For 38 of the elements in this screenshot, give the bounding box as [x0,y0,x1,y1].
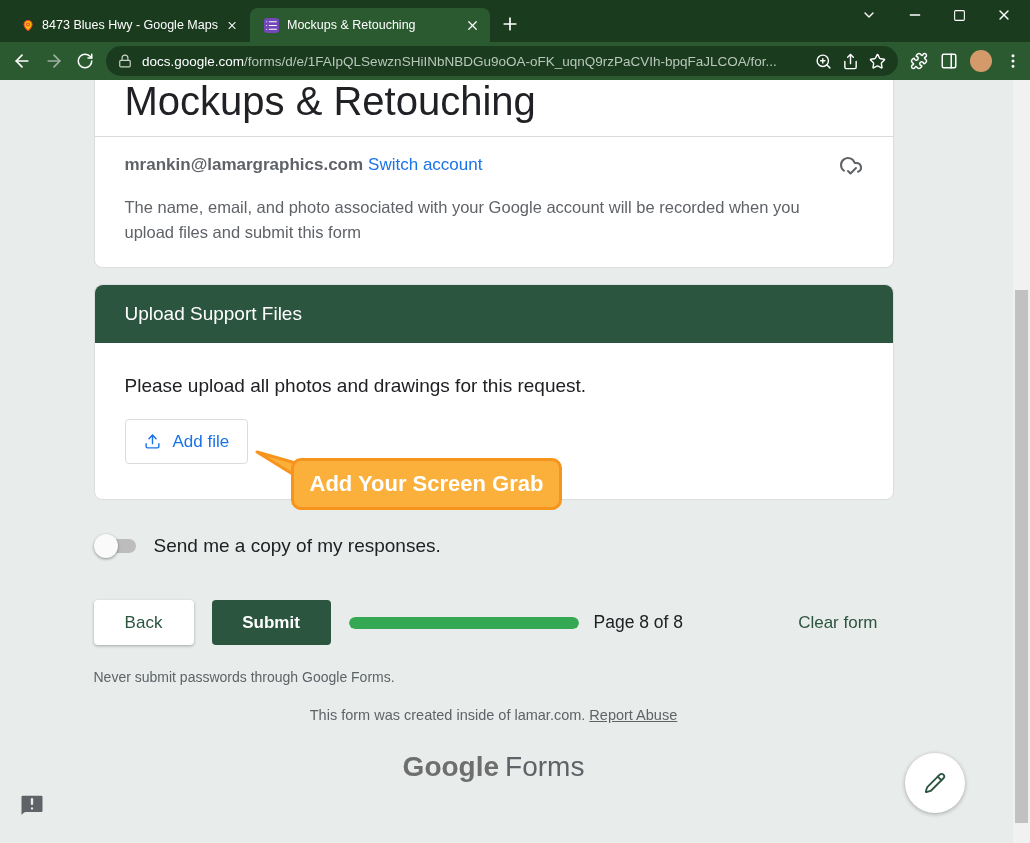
share-icon[interactable] [842,52,859,70]
reload-icon[interactable] [76,52,94,70]
pencil-icon [924,772,946,794]
upload-icon [143,433,161,450]
section-description: Please upload all photos and drawings for this request. [124,375,588,397]
scrollbar[interactable] [1013,80,1030,843]
address-bar[interactable]: docs.google.com/forms/d/e/1FAIpQLSewznSHiINbNBDGu9oOA-oFK_uqnQ9rzPaCVIh-bpqFaJLCOA/for... [106,46,898,76]
browser-tab[interactable]: 8473 Blues Hwy - Google Maps [8,8,248,42]
zoom-icon[interactable] [815,52,832,70]
report-abuse-link[interactable]: Report Abuse [589,707,678,723]
switch-account-link[interactable]: Switch account [368,155,483,175]
puzzle-icon[interactable] [910,52,928,70]
url-text: docs.google.com/forms/d/e/1FAIpQLSewznSHiINbNBDGu9oOA-oFK_uqnQ9rzPaCVIh-bpqFaJLCOA/for... [142,53,778,69]
logo-brand-text: Google [402,751,500,783]
add-file-button[interactable]: Add file [124,419,249,464]
page-indicator: Page 8 of 8 [593,612,684,633]
toggle-label: Send me a copy of my responses. [153,535,441,557]
scrollbar-thumb[interactable] [1015,290,1028,823]
submit-button[interactable]: Submit [211,600,331,645]
account-email: mrankin@lamargraphics.com [124,155,364,175]
edit-button[interactable] [905,753,965,813]
logo-product-text: Forms [505,751,585,783]
back-button[interactable]: Back [93,600,194,645]
lock-icon [118,54,132,68]
callout-label: Add Your Screen Grab [290,458,563,510]
form-list-icon [264,17,279,33]
account-notice: The name, email, and photo associated with your Google account will be recorded when you upload files and submit this form [124,197,801,243]
browser-tab[interactable]: Mockups & Retouching [250,8,490,42]
section-title: Upload Support Files [94,285,893,343]
maximize-icon[interactable] [953,8,966,22]
footer-text: This form was created inside of lamar.com. [309,707,586,723]
clear-form-button[interactable]: Clear form [792,611,884,634]
form-title: Mockups & Retouching [124,80,537,124]
map-pin-icon [22,17,35,33]
avatar[interactable] [970,50,992,72]
password-note: Never submit passwords through Google Forms. [93,669,396,685]
star-icon[interactable] [869,52,886,70]
side-panel-icon[interactable] [940,52,958,70]
